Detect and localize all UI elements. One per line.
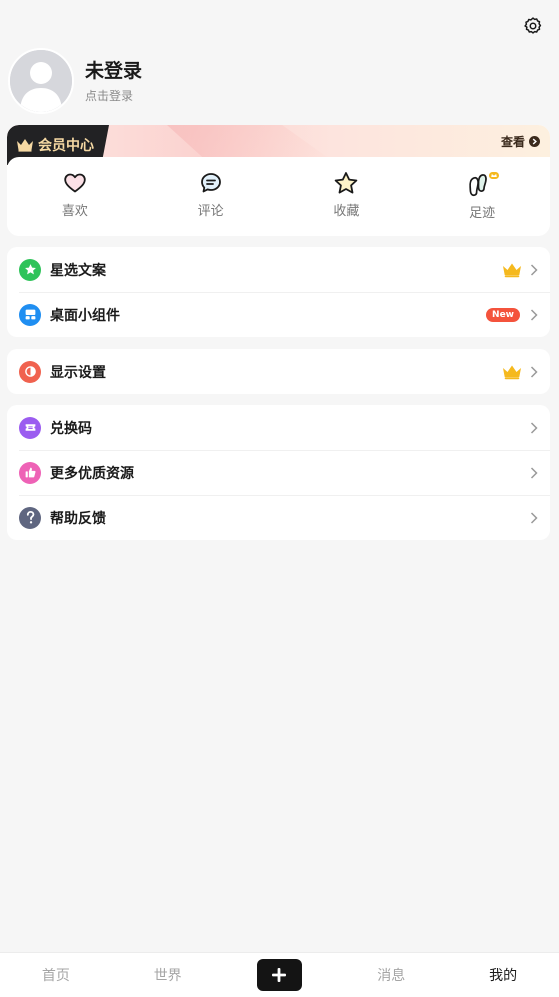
menu-item-label: 帮助反馈 xyxy=(50,510,106,527)
tab-me[interactable]: 我的 xyxy=(447,965,559,985)
star-badge-icon xyxy=(19,258,41,281)
crown-icon xyxy=(502,364,522,380)
menu-group-1: 星选文案 桌面小组件 New xyxy=(7,247,550,337)
chevron-right-icon xyxy=(530,263,538,276)
chevron-right-icon xyxy=(530,365,538,378)
menu-item-featured-copy[interactable]: 星选文案 xyxy=(7,247,550,292)
contrast-icon xyxy=(19,360,41,383)
menu-item-display-settings[interactable]: 显示设置 xyxy=(7,349,550,394)
tab-world[interactable]: 世界 xyxy=(112,965,224,985)
crown-icon xyxy=(17,139,33,152)
crown-icon xyxy=(502,262,522,278)
quick-action-footprint[interactable]: 足迹 xyxy=(414,157,550,236)
quick-action-like[interactable]: 喜欢 xyxy=(7,157,143,236)
login-hint[interactable]: 点击登录 xyxy=(85,87,142,104)
menu-item-more-resources[interactable]: 更多优质资源 xyxy=(7,450,550,495)
bottom-tab-bar: 首页 世界 消息 我的 xyxy=(0,952,559,997)
username: 未登录 xyxy=(85,60,143,82)
comment-icon xyxy=(200,173,221,193)
avatar[interactable] xyxy=(8,48,74,114)
arrow-right-circle-icon xyxy=(529,136,540,147)
chevron-right-icon xyxy=(530,308,538,321)
widget-icon xyxy=(19,303,41,326)
tab-create xyxy=(224,959,336,991)
vip-view-button[interactable]: 查看 xyxy=(501,133,540,150)
quick-action-comment[interactable]: 评论 xyxy=(143,157,279,236)
quick-actions: 喜欢 评论 收藏 足迹 xyxy=(7,157,550,236)
menu-item-label: 星选文案 xyxy=(50,262,106,279)
chevron-right-icon xyxy=(530,466,538,479)
gear-icon xyxy=(524,17,542,34)
settings-button[interactable] xyxy=(521,14,545,38)
quick-action-label: 喜欢 xyxy=(61,204,88,219)
menu-group-2: 显示设置 xyxy=(7,349,550,394)
menu-item-redeem-code[interactable]: 兑换码 xyxy=(7,405,550,450)
menu-item-help-feedback[interactable]: 帮助反馈 xyxy=(7,495,550,540)
quick-action-label: 评论 xyxy=(197,204,224,219)
menu-item-label: 兑换码 xyxy=(50,420,92,437)
help-icon xyxy=(19,506,41,529)
menu-group-3: 兑换码 更多优质资源 帮助反馈 xyxy=(7,405,550,540)
create-button[interactable] xyxy=(256,959,302,991)
vip-view-label: 查看 xyxy=(500,135,525,149)
menu-item-label: 显示设置 xyxy=(50,364,106,381)
plus-icon xyxy=(272,968,287,982)
chevron-right-icon xyxy=(530,421,538,434)
menu-item-desktop-widget[interactable]: 桌面小组件 New xyxy=(7,292,550,337)
vip-center-title: 会员中心 xyxy=(38,138,94,154)
star-icon xyxy=(335,172,358,194)
vip-card: 会员中心 查看 喜欢 评论 收藏 足迹 xyxy=(7,125,550,236)
quick-action-favorite[interactable]: 收藏 xyxy=(279,157,415,236)
quick-action-label: 收藏 xyxy=(333,204,360,219)
heart-icon xyxy=(64,173,86,193)
quick-action-label: 足迹 xyxy=(469,206,496,221)
profile-section[interactable]: 未登录 点击登录 xyxy=(8,48,142,114)
ticket-icon xyxy=(19,416,41,439)
new-badge: New xyxy=(486,307,520,322)
tab-home[interactable]: 首页 xyxy=(0,965,112,985)
menu-item-label: 更多优质资源 xyxy=(50,465,134,482)
menu-item-label: 桌面小组件 xyxy=(50,307,120,324)
thumbs-up-icon xyxy=(19,461,41,484)
user-placeholder-icon xyxy=(10,50,72,112)
footprint-icon xyxy=(469,172,500,197)
tab-messages[interactable]: 消息 xyxy=(335,965,447,985)
chevron-right-icon xyxy=(530,511,538,524)
